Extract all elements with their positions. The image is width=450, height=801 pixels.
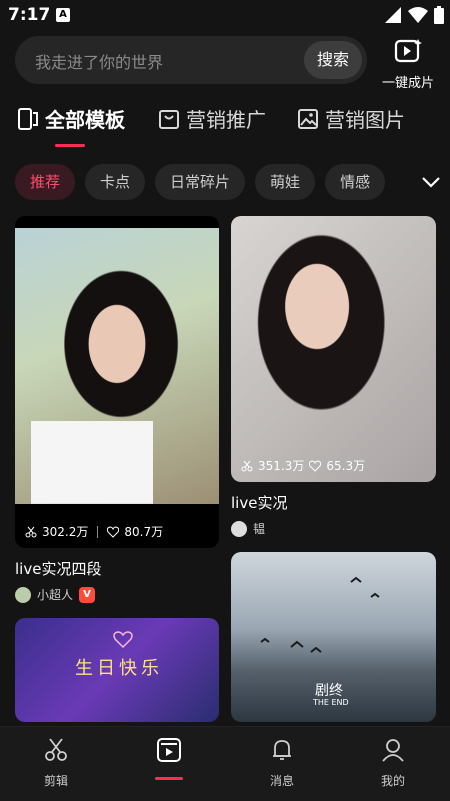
avatar <box>15 586 31 603</box>
status-icons <box>384 6 444 24</box>
use-count: 351.3万 <box>258 459 305 473</box>
scissors-icon <box>25 526 37 537</box>
one-click-label: 一键成片 <box>381 76 434 91</box>
chip-beat[interactable]: 卡点 <box>85 164 146 200</box>
card-overlay-subtext: THE END <box>313 698 349 707</box>
author-name: 韫 <box>253 522 266 536</box>
bell-icon <box>273 740 291 760</box>
category-tabs: 全部模板 营销推广 营销图片 <box>0 104 450 148</box>
tab-marketing-images[interactable]: 营销图片 <box>297 104 405 133</box>
like-count: 65.3万 <box>326 459 366 473</box>
tab-marketing-promo[interactable]: 营销推广 <box>158 104 266 133</box>
tab-all-templates[interactable]: 全部模板 <box>17 104 125 133</box>
card-author[interactable]: 小超人 V <box>15 586 96 603</box>
heart-icon <box>107 525 120 538</box>
card-thumbnail <box>15 228 219 504</box>
tab-indicator <box>55 144 85 147</box>
divider <box>97 525 99 538</box>
nav-messages[interactable]: 消息 <box>252 737 312 789</box>
nav-templates[interactable] <box>139 737 199 766</box>
card-stats: 351.3万 65.3万 <box>241 457 365 474</box>
heart-icon <box>309 459 322 472</box>
nav-indicator <box>155 777 183 780</box>
chip-kids[interactable]: 萌娃 <box>255 164 316 200</box>
chip-emotion[interactable]: 情感 <box>325 164 386 200</box>
template-card[interactable]: 生日快乐 <box>15 618 219 722</box>
tab-label: 营销图片 <box>325 108 405 132</box>
birds-decoration <box>260 576 380 653</box>
chip-daily[interactable]: 日常碎片 <box>155 164 246 200</box>
video-sparkle-icon <box>394 39 422 63</box>
heart-decoration-icon <box>113 631 133 648</box>
tab-label: 全部模板 <box>45 108 125 132</box>
like-count: 80.7万 <box>124 525 164 539</box>
search-box[interactable]: 我走进了你的世界 搜索 <box>15 36 367 84</box>
chip-recommend[interactable]: 推荐 <box>15 164 76 200</box>
user-icon <box>382 739 404 762</box>
signal-icon <box>385 7 401 23</box>
chevron-down-icon[interactable] <box>418 170 444 194</box>
search-button[interactable]: 搜索 <box>304 41 362 79</box>
nav-label: 消息 <box>269 774 294 788</box>
nav-profile[interactable]: 我的 <box>363 737 423 789</box>
one-click-button[interactable]: 一键成片 <box>376 38 440 91</box>
status-bar: 7:17 A <box>0 0 450 32</box>
template-card[interactable]: 剧终 THE END <box>231 552 436 722</box>
wifi-icon <box>408 7 428 23</box>
author-name: 小超人 <box>37 588 74 602</box>
scissors-icon <box>45 738 67 761</box>
image-icon <box>298 108 318 129</box>
tab-label: 营销推广 <box>186 108 266 132</box>
status-time: 7:17 <box>8 5 51 25</box>
card-title: live实况四段 <box>15 560 102 578</box>
card-thumbnail[interactable]: 351.3万 65.3万 <box>231 216 436 482</box>
template-icon <box>157 738 181 762</box>
battery-icon <box>434 6 444 24</box>
avatar <box>231 520 247 537</box>
scissors-icon <box>241 460 253 471</box>
bottom-nav: 剪辑 消息 我的 <box>0 726 450 801</box>
filter-chips: 推荐 卡点 日常碎片 萌娃 情感 <box>15 164 386 200</box>
search-input[interactable]: 我走进了你的世界 <box>35 49 163 73</box>
nav-edit[interactable]: 剪辑 <box>26 737 86 789</box>
card-author[interactable]: 韫 <box>231 520 265 537</box>
shopping-bag-icon <box>159 109 179 129</box>
notification-icon: A <box>56 8 70 22</box>
use-count: 302.2万 <box>42 525 89 539</box>
nav-label: 我的 <box>380 774 405 788</box>
card-overlay-text: 生日快乐 <box>75 658 163 679</box>
phone-template-icon <box>18 107 38 130</box>
card-title: live实况 <box>231 494 288 512</box>
verified-badge: V <box>79 586 96 603</box>
card-overlay-text: 剧终 <box>315 683 343 699</box>
card-stats: 302.2万 80.7万 <box>25 523 163 540</box>
nav-label: 剪辑 <box>43 774 68 788</box>
